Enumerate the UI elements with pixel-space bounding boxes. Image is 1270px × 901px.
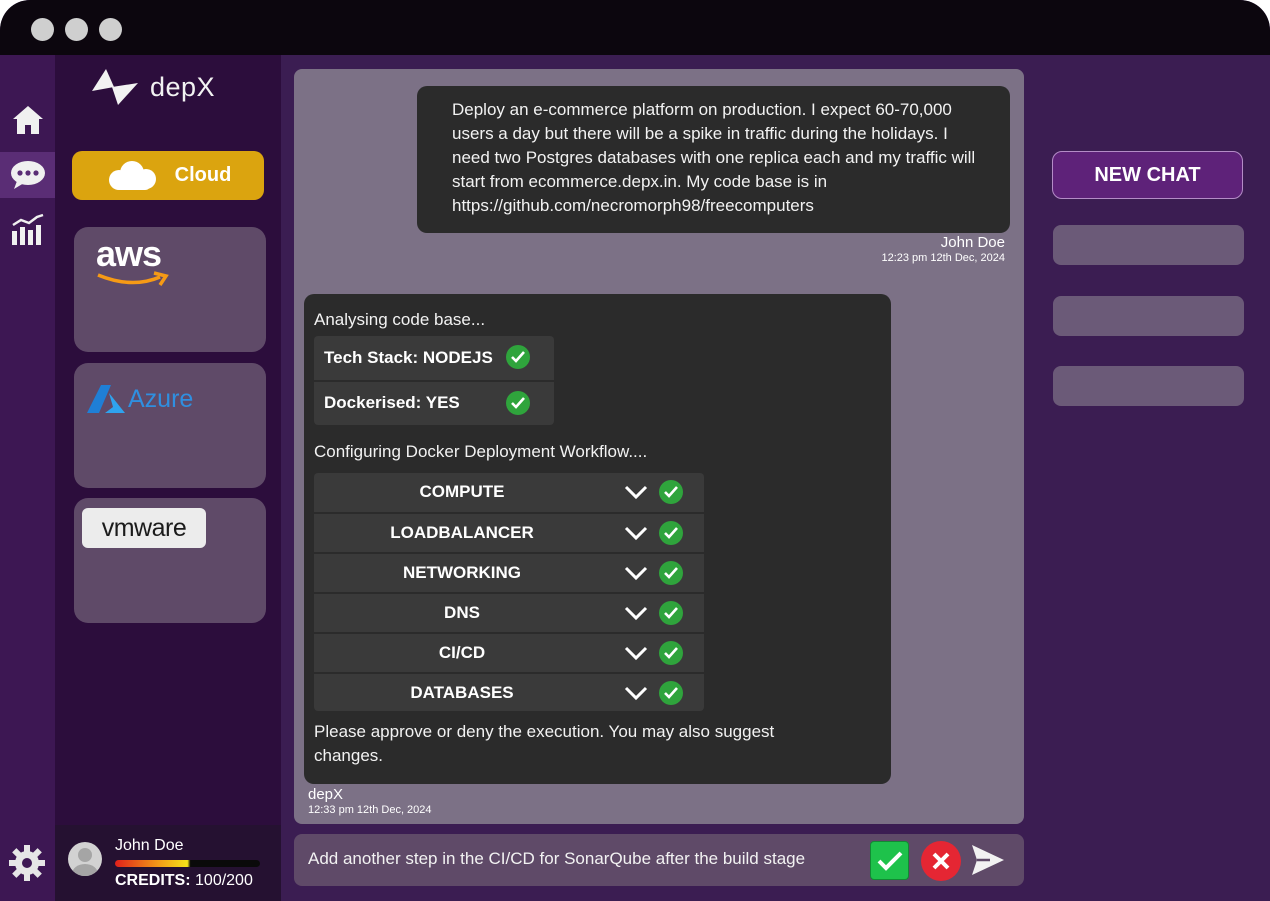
check-row-dockerised: Dockerised: YES (314, 380, 554, 423)
check-circle-icon (659, 601, 683, 625)
chevron-down-icon[interactable] (624, 565, 648, 581)
chevron-down-icon[interactable] (624, 685, 648, 701)
workflow-row-cicd[interactable]: CI/CD (314, 632, 704, 671)
workflow-label: DNS (444, 603, 480, 622)
check-circle-icon (659, 521, 683, 545)
home-nav-button[interactable] (0, 97, 55, 143)
check-label: Dockerised: YES (324, 392, 460, 412)
home-icon (12, 106, 43, 134)
title-bar (0, 0, 1270, 55)
chat-bubble-icon (10, 161, 45, 189)
window-minimize-dot[interactable] (65, 18, 88, 41)
user-name: John Doe (115, 837, 184, 854)
depx-logo-icon (92, 69, 138, 105)
user-avatar-icon (72, 848, 98, 876)
user-message-author: John Doe (940, 234, 1005, 251)
check-row-tech-stack: Tech Stack: NODEJS (314, 336, 554, 379)
workflow-row-dns[interactable]: DNS (314, 592, 704, 631)
chat-history-item[interactable] (1053, 296, 1244, 336)
bot-message-author: depX (308, 786, 344, 803)
workflow-list: COMPUTE LOADBALANCER NETWORKING DNS CI/C… (314, 473, 704, 711)
check-circle-icon (506, 391, 530, 415)
workflow-row-loadbalancer[interactable]: LOADBALANCER (314, 512, 704, 551)
chevron-down-icon[interactable] (624, 605, 648, 621)
analysis-results: Tech Stack: NODEJS Dockerised: YES (314, 336, 554, 425)
provider-card-vmware[interactable]: vmware (74, 498, 266, 623)
aws-smile-icon (97, 271, 169, 286)
chat-nav-button[interactable] (0, 152, 55, 198)
credits-progress-bar (115, 860, 260, 867)
send-icon (972, 845, 1004, 875)
brand-logo: depX (92, 67, 215, 107)
avatar[interactable] (68, 842, 102, 876)
workflow-label: CI/CD (438, 643, 486, 662)
gear-icon (9, 845, 45, 881)
aws-logo-text: aws (96, 233, 162, 274)
check-circle-icon (659, 561, 683, 585)
cloud-icon (108, 160, 156, 190)
provider-card-aws[interactable]: aws (74, 227, 266, 352)
analysing-text: Analysing code base... (314, 310, 486, 329)
approve-button[interactable] (870, 841, 909, 880)
new-chat-button[interactable]: NEW CHAT (1052, 151, 1243, 199)
chat-history-item[interactable] (1053, 366, 1244, 406)
credits-readout: CREDITS: 100/200 (115, 872, 253, 890)
check-circle-icon (506, 345, 530, 369)
workflow-row-compute[interactable]: COMPUTE (314, 473, 704, 512)
check-circle-icon (659, 480, 683, 504)
chat-history-item[interactable] (1053, 225, 1244, 265)
workflow-label: LOADBALANCER (390, 523, 534, 542)
user-message-text: Deploy an e-commerce platform on product… (452, 100, 976, 215)
user-message-bubble: Deploy an e-commerce platform on product… (417, 86, 1010, 233)
chevron-down-icon[interactable] (624, 484, 648, 500)
workflow-label: DATABASES (410, 683, 514, 702)
deny-button[interactable] (921, 841, 961, 881)
analytics-nav-button[interactable] (0, 207, 55, 253)
workflow-row-networking[interactable]: NETWORKING (314, 552, 704, 591)
icon-rail (0, 55, 55, 901)
provider-card-azure[interactable]: Azure (74, 363, 266, 488)
message-composer: Add another step in the CI/CD for SonarQ… (294, 834, 1024, 886)
chevron-down-icon[interactable] (624, 645, 648, 661)
settings-button[interactable] (7, 843, 47, 888)
close-icon (932, 852, 950, 870)
credits-label: CREDITS: (115, 872, 191, 889)
provider-sidebar: depX Cloud aws Azure vmware (55, 55, 281, 825)
cloud-button-label: Cloud (174, 164, 232, 186)
workflow-row-databases[interactable]: DATABASES (314, 672, 704, 711)
chat-panel: Deploy an e-commerce platform on product… (294, 69, 1024, 824)
window-close-dot[interactable] (31, 18, 54, 41)
check-label: Tech Stack: NODEJS (324, 347, 493, 367)
check-circle-icon (659, 681, 683, 705)
app-window: depX Cloud aws Azure vmware John Doe CRE… (0, 0, 1270, 901)
bot-message-timestamp: 12:33 pm 12th Dec, 2024 (308, 804, 432, 816)
azure-logo-text: Azure (128, 385, 194, 413)
bot-message-bubble: Analysing code base... Tech Stack: NODEJ… (304, 294, 891, 784)
brand-name: depX (150, 71, 216, 102)
send-button[interactable] (970, 843, 1006, 882)
approval-text: Please approve or deny the execution. Yo… (314, 722, 775, 765)
user-message-timestamp: 12:23 pm 12th Dec, 2024 (881, 252, 1005, 264)
workflow-label: COMPUTE (419, 482, 505, 501)
vmware-logo-text: vmware (82, 508, 206, 548)
credits-value: 100/200 (195, 872, 253, 889)
check-circle-icon (659, 641, 683, 665)
configuring-text: Configuring Docker Deployment Workflow..… (314, 442, 648, 461)
workflow-label: NETWORKING (402, 563, 522, 582)
message-input[interactable]: Add another step in the CI/CD for SonarQ… (308, 849, 863, 869)
cloud-button[interactable]: Cloud (72, 151, 264, 200)
chevron-down-icon[interactable] (624, 525, 648, 541)
checkmark-icon (877, 851, 902, 871)
user-panel: John Doe CREDITS: 100/200 (55, 825, 281, 901)
window-maximize-dot[interactable] (99, 18, 122, 41)
bar-chart-icon (11, 213, 43, 245)
azure-logo-icon (87, 385, 125, 413)
